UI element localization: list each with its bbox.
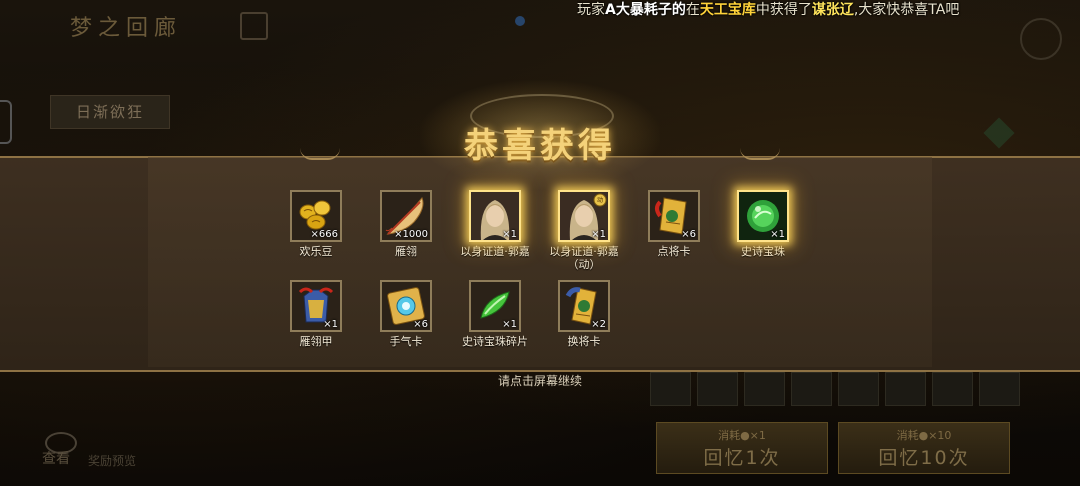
refresh-icon[interactable] [1020, 18, 1062, 60]
panel-ornament-right [740, 148, 780, 160]
reward-title: 恭喜获得 [464, 126, 616, 166]
reward-qty: ×1 [591, 229, 606, 240]
marquee-mid2: 中获得了 [755, 2, 812, 18]
reward-tile-rare: ×1 [469, 190, 521, 242]
reward-tile: ×6 [648, 190, 700, 242]
progress-slot [885, 372, 926, 406]
reward-qty: ×1 [770, 229, 785, 240]
reward-qty: ×6 [413, 319, 428, 330]
marquee-mid1: 在 [685, 2, 700, 18]
reward-name: 史诗宝珠 [741, 245, 785, 258]
reward-tile: ×2 [558, 280, 610, 332]
broadcast-marquee: 玩家A大暴耗子的在天工宝库中获得了谋张辽,大家快恭喜TA吧 [577, 0, 1080, 22]
background-left-button[interactable]: 日渐欲狂 [50, 95, 170, 129]
reward-tile: ×1000 [380, 190, 432, 242]
reward-qty: ×1000 [394, 229, 428, 240]
reward-tile-rare: 动 ×1 [558, 190, 610, 242]
reward-qty: ×1 [502, 229, 517, 240]
marquee-item: 谋张辽 [811, 2, 854, 18]
reward-name: 雁翎 [395, 245, 417, 258]
reward-item-orb-shard[interactable]: ×1 史诗宝珠碎片 [450, 280, 540, 348]
background-title: 梦之回廊 [70, 16, 183, 41]
reward-name: 欢乐豆 [299, 245, 333, 258]
draw-once-button[interactable]: 消耗●×1 回忆1次 [656, 422, 828, 474]
reward-item-armor[interactable]: ×1 雁翎甲 [271, 280, 361, 348]
reward-item-luck-card[interactable]: ×6 手气卡 [361, 280, 451, 348]
reward-item-feather[interactable]: ×1000 雁翎 [361, 190, 451, 258]
draw-once-cost: 消耗●×1 [718, 429, 766, 442]
background-progress-row [650, 372, 1020, 406]
continue-hint[interactable]: 请点击屏幕继续 [440, 372, 640, 389]
progress-slot [791, 372, 832, 406]
progress-slot [838, 372, 879, 406]
progress-slot [697, 372, 738, 406]
reward-name: 以身证道·郭嘉 [460, 245, 530, 258]
reward-qty: ×2 [591, 319, 606, 330]
draw-ten-cost: 消耗●×10 [896, 429, 952, 442]
view-sub-label[interactable]: 奖励预览 [88, 452, 136, 469]
panel-ornament-left [300, 148, 340, 160]
draw-once-label: 回忆1次 [703, 447, 781, 469]
svg-text:动: 动 [597, 197, 603, 204]
reward-name: 换将卡 [567, 335, 601, 348]
reward-qty: ×1 [502, 319, 517, 330]
progress-slot [932, 372, 973, 406]
reward-tile: ×666 [290, 190, 342, 242]
progress-slot [744, 372, 785, 406]
draw-ten-button[interactable]: 消耗●×10 回忆10次 [838, 422, 1010, 474]
reward-name: 雁翎甲 [299, 335, 333, 348]
reward-item-joy-beans[interactable]: ×666 欢乐豆 [271, 190, 361, 258]
reward-item-epic-orb[interactable]: ×1 史诗宝珠 [718, 190, 808, 258]
marquee-place: 天工宝库 [699, 2, 756, 18]
reward-tile: ×1 [469, 280, 521, 332]
reward-name: 以身证道·郭嘉（动） [549, 245, 619, 271]
reward-name: 史诗宝珠碎片 [462, 335, 528, 348]
marquee-prefix: 玩家 [577, 2, 605, 18]
reward-tile: ×1 [290, 280, 342, 332]
background-square-icon [240, 12, 268, 40]
view-label[interactable]: 查看 [42, 448, 70, 468]
marquee-suffix: ,大家快恭喜TA吧 [853, 2, 960, 18]
reward-item-swap-card[interactable]: ×2 换将卡 [539, 280, 629, 348]
reward-tile-rare: ×1 [737, 190, 789, 242]
draw-ten-label: 回忆10次 [878, 447, 970, 469]
reward-qty: ×6 [681, 229, 696, 240]
reward-name: 手气卡 [389, 335, 423, 348]
reward-item-general-card[interactable]: ×6 点将卡 [629, 190, 719, 258]
left-expand-tab[interactable] [0, 100, 12, 144]
background-dot-icon [515, 16, 525, 26]
marquee-player: A大暴耗子的 [605, 2, 686, 18]
progress-slot [979, 372, 1020, 406]
reward-item-guojia-skin[interactable]: ×1 以身证道·郭嘉 [450, 190, 540, 258]
reward-qty: ×1 [323, 319, 338, 330]
reward-name: 点将卡 [657, 245, 691, 258]
reward-qty: ×666 [310, 229, 338, 240]
reward-tile: ×6 [380, 280, 432, 332]
reward-item-guojia-animated-skin[interactable]: 动 ×1 以身证道·郭嘉（动） [539, 190, 629, 271]
progress-slot [650, 372, 691, 406]
